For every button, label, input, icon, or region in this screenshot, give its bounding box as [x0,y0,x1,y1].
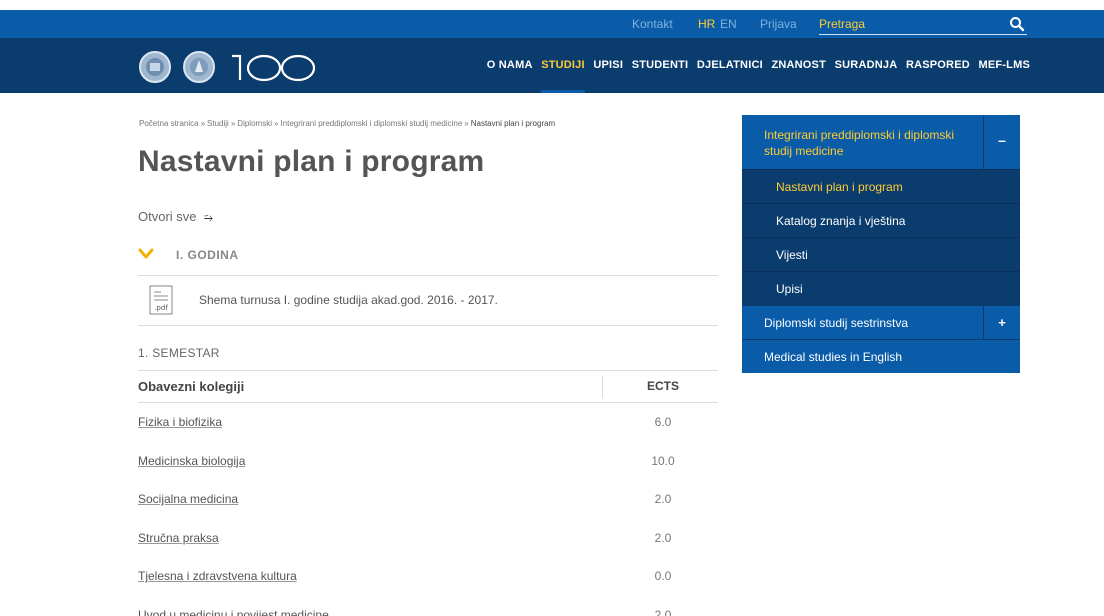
contact-link[interactable]: Kontakt [632,10,673,38]
sidebar-subitem-label: Nastavni plan i program [776,180,903,194]
breadcrumb: Početna stranica» Studiji» Diplomski» Integ… [139,119,555,128]
sidebar-subitem-katalog[interactable]: Katalog znanja i vještina [742,203,1020,237]
semester-label: 1. SEMESTAR [138,346,220,360]
login-link[interactable]: Prijava [760,10,797,38]
lang-en-link[interactable]: EN [720,10,737,38]
table-row: Uvod u medicinu i povijest medicine 2.0 [138,596,718,616]
nav-djelatnici[interactable]: DJELATNICI [697,38,763,93]
university-seal-logo [139,51,171,83]
main-navbar: O NAMA STUDIJI UPISI STUDENTI DJELATNICI… [0,38,1104,93]
accordion-year-header[interactable]: I. GODINA [138,245,718,276]
course-link[interactable]: Uvod u medicinu i povijest medicine [138,608,329,616]
year-label: I. GODINA [176,248,239,262]
header-divider [602,376,603,398]
ects-value: 2.0 [654,492,672,506]
nav-raspored[interactable]: RASPORED [906,38,970,93]
nav-mef-lms[interactable]: MEF-LMS [978,38,1030,93]
page-title: Nastavni plan i program [138,145,485,178]
main-nav: O NAMA STUDIJI UPISI STUDENTI DJELATNICI… [478,38,1030,93]
nav-studenti[interactable]: STUDENTI [632,38,689,93]
breadcrumb-studiji[interactable]: Studiji [207,119,229,128]
sidebar-subitem-upisi[interactable]: Upisi [742,271,1020,305]
nav-znanost[interactable]: ZNANOST [771,38,826,93]
sidebar-subitem-label: Vijesti [776,248,808,262]
search-icon[interactable] [1009,16,1025,32]
course-link[interactable]: Socijalna medicina [138,492,238,506]
open-all-toggle[interactable]: Otvori sve ⭇ [138,209,213,225]
sidebar-head-label: Integrirani preddiplomski i diplomski st… [764,128,955,158]
ects-value: 0.0 [654,569,672,583]
table-row: Medicinska biologija 10.0 [138,442,718,481]
open-all-label: Otvori sve [138,209,197,224]
sidebar-nav: Integrirani preddiplomski i diplomski st… [742,115,1020,373]
breadcrumb-home[interactable]: Početna stranica [139,119,199,128]
nav-o-nama[interactable]: O NAMA [487,38,533,93]
sidebar-subitem-label: Katalog znanja i vještina [776,214,906,228]
double-chevron-down-icon: ⭇ [204,212,213,224]
anniversary-100-logo [232,54,316,82]
search-input[interactable] [819,13,999,34]
breadcrumb-current: Nastavni plan i program [470,119,556,128]
pdf-icon-text: .pdf [154,304,168,312]
sidebar-item-sestrinstvo[interactable]: Diplomski studij sestrinstva + [742,305,1020,339]
courses-table: Obavezni kolegiji ECTS Fizika i biofizik… [138,370,718,616]
course-link[interactable]: Medicinska biologija [138,454,245,468]
sidebar-subitem-nastavni-plan[interactable]: Nastavni plan i program [742,169,1020,203]
faculty-seal-logo [183,51,215,83]
pdf-file-icon: .pdf [149,285,173,315]
expand-toggle[interactable]: + [983,306,1020,339]
sidebar-item-label: Medical studies in English [764,350,903,364]
table-row: Socijalna medicina 2.0 [138,480,718,519]
breadcrumb-integrirani[interactable]: Integrirani preddiplomski i diplomski st… [280,119,462,128]
table-row: Stručna praksa 2.0 [138,519,718,558]
nav-studiji[interactable]: STUDIJI [541,38,585,93]
utility-bar: Kontakt HR EN Prijava [0,10,1104,38]
ects-value: 2.0 [654,607,672,616]
ects-value: 2.0 [654,530,672,545]
breadcrumb-separator: » [200,119,206,128]
breadcrumb-separator: » [230,119,236,128]
nav-upisi[interactable]: UPISI [593,38,623,93]
sidebar-item-integrirani[interactable]: Integrirani preddiplomski i diplomski st… [742,115,1020,169]
column-header-course: Obavezni kolegiji [138,379,245,394]
course-link[interactable]: Stručna praksa [138,531,219,545]
breadcrumb-separator: » [273,119,279,128]
ects-value: 10.0 [651,453,675,468]
breadcrumb-diplomski[interactable]: Diplomski [237,119,272,128]
table-row: Fizika i biofizika 6.0 [138,403,718,442]
chevron-down-icon [138,248,154,259]
sidebar-subitem-label: Upisi [776,282,803,296]
pdf-document-row[interactable]: .pdf Shema turnusa I. godine studija aka… [138,276,718,326]
sidebar-subitem-vijesti[interactable]: Vijesti [742,237,1020,271]
course-link[interactable]: Tjelesna i zdravstvena kultura [138,569,297,583]
sidebar-item-label: Diplomski studij sestrinstva [764,316,909,330]
lang-hr-link[interactable]: HR [698,10,715,38]
ects-value: 6.0 [654,415,672,429]
breadcrumb-separator: » [464,119,469,128]
nav-suradnja[interactable]: SURADNJA [835,38,898,93]
collapse-toggle[interactable]: – [983,115,1020,169]
course-link[interactable]: Fizika i biofizika [138,415,222,429]
sidebar-item-english[interactable]: Medical studies in English [742,339,1020,373]
table-header: Obavezni kolegiji ECTS [138,370,718,403]
pdf-document-label: Shema turnusa I. godine studija akad.god… [199,293,498,307]
search-box [819,13,1027,35]
column-header-ects: ECTS [646,379,679,393]
table-row: Tjelesna i zdravstvena kultura 0.0 [138,557,718,596]
